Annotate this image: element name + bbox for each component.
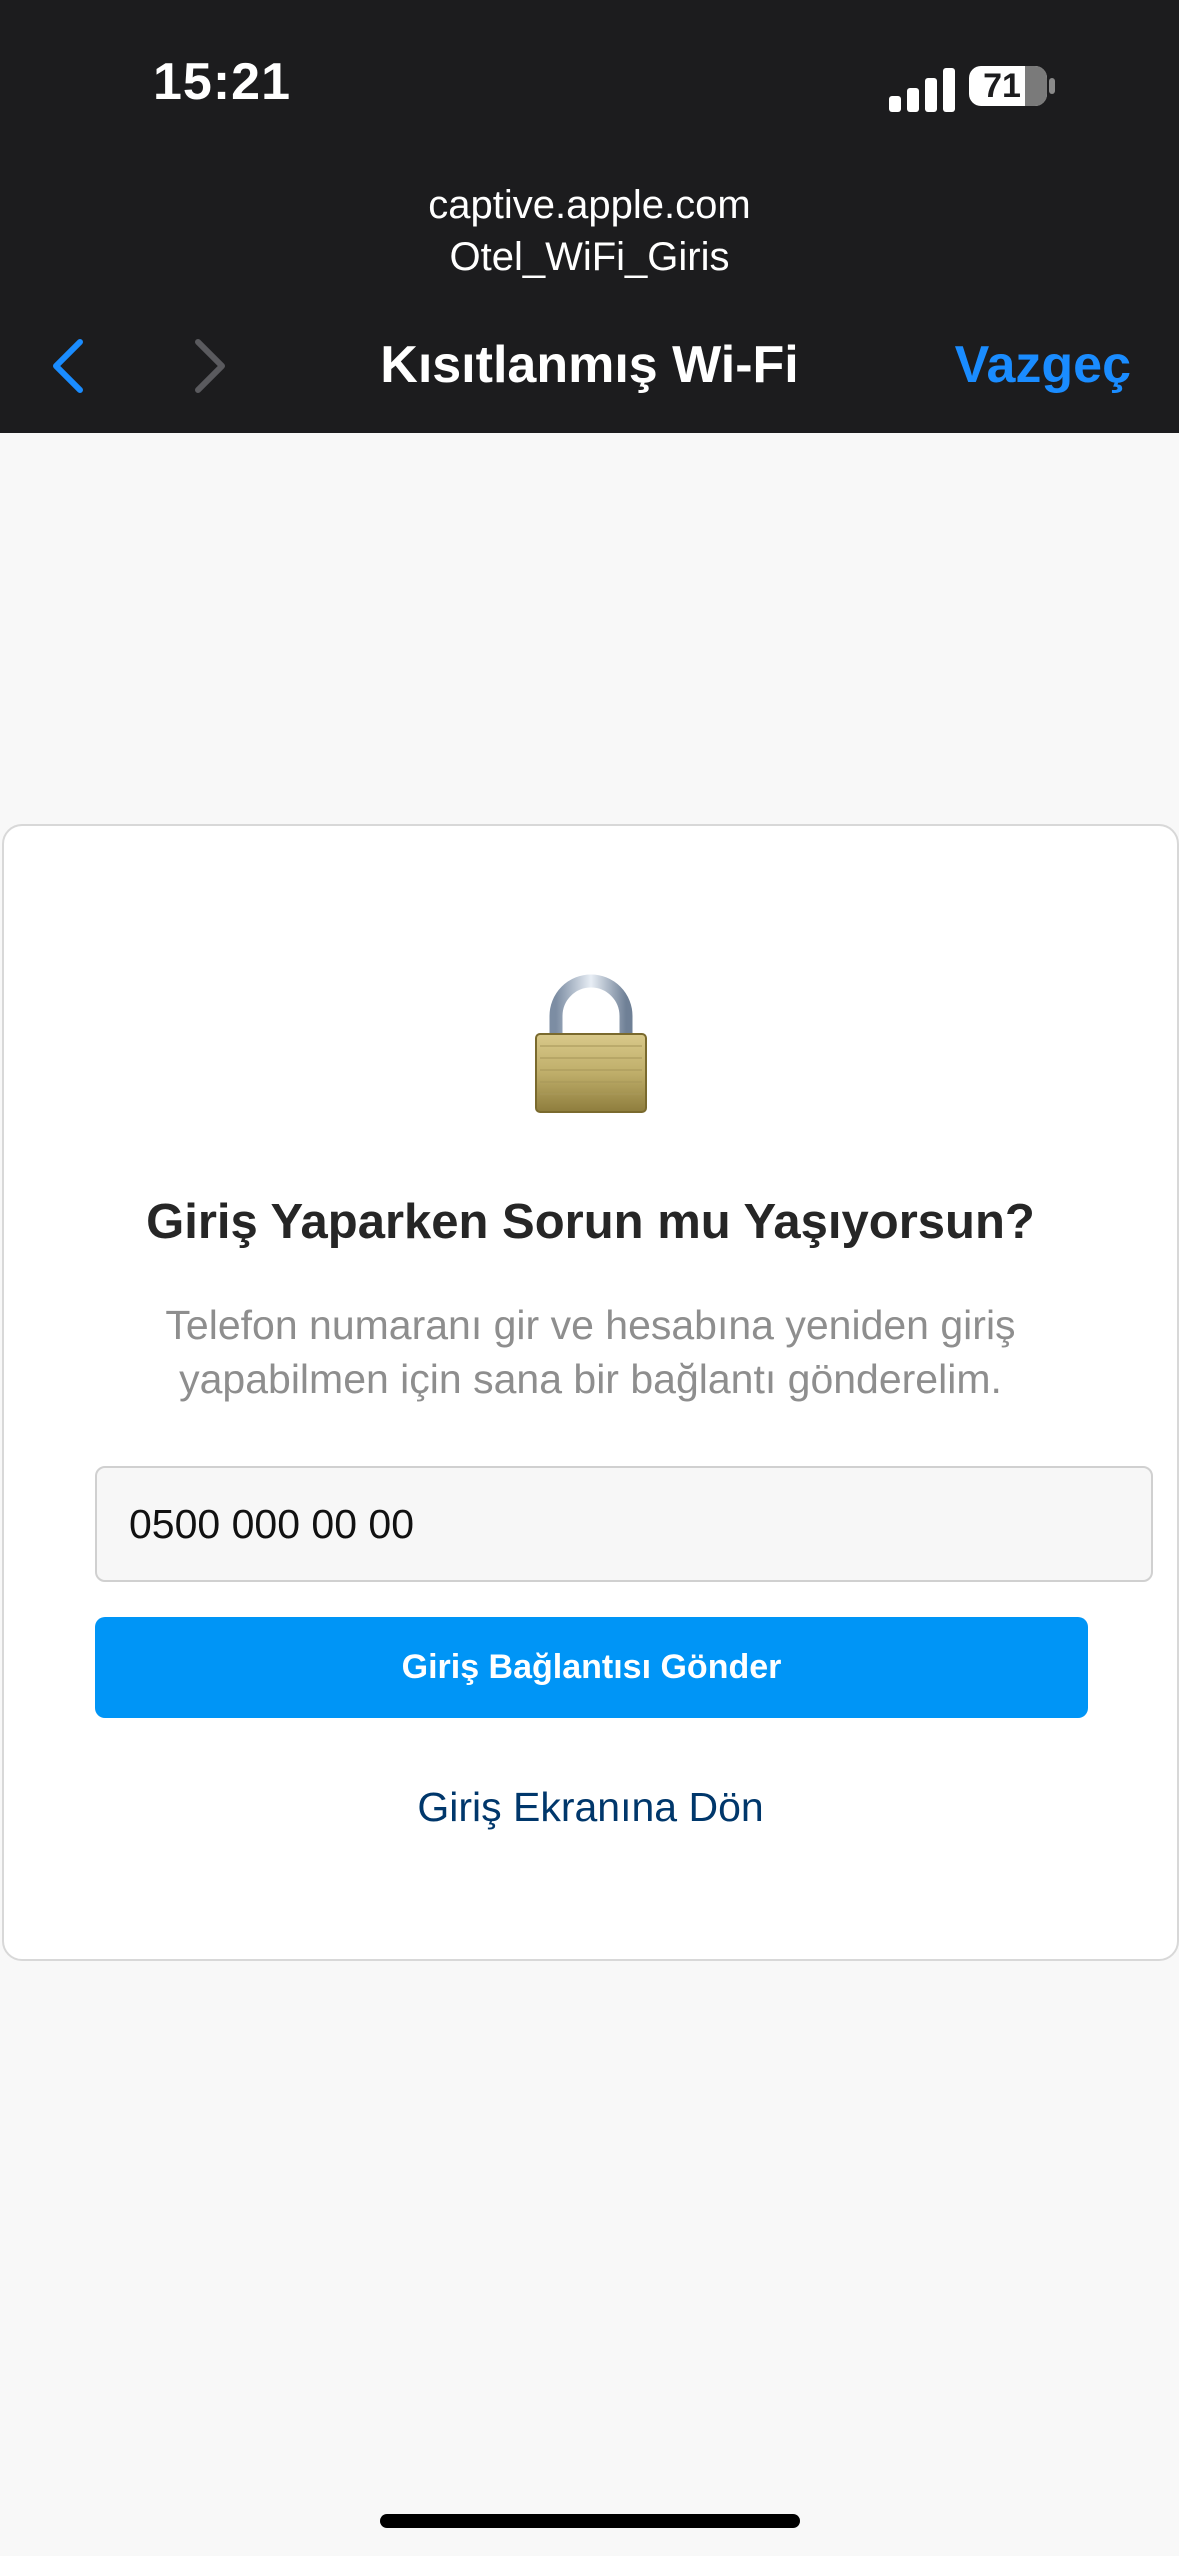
lock-icon	[535, 974, 647, 1113]
battery-icon: 71	[969, 66, 1047, 106]
card-title: Giriş Yaparken Sorun mu Yaşıyorsun?	[146, 1195, 1035, 1249]
cellular-signal-icon	[889, 68, 957, 112]
browser-header: 15:21 71 captive.apple.com Otel_WiFi_Gir…	[0, 0, 1179, 433]
home-indicator[interactable]	[380, 2514, 800, 2528]
cancel-button[interactable]: Vazgeç	[955, 335, 1131, 395]
status-time: 15:21	[153, 53, 291, 111]
battery-level: 71	[983, 66, 1021, 105]
captive-host: captive.apple.com	[428, 183, 751, 227]
network-name: Otel_WiFi_Giris	[449, 235, 730, 279]
login-help-card: Giriş Yaparken Sorun mu Yaşıyorsun? Tele…	[2, 824, 1179, 1961]
battery-nub	[1049, 78, 1055, 94]
back-to-login-link[interactable]: Giriş Ekranına Dön	[4, 1784, 1177, 1831]
phone-number-input[interactable]	[95, 1466, 1153, 1582]
send-login-link-button[interactable]: Giriş Bağlantısı Gönder	[95, 1617, 1088, 1718]
card-description: Telefon numaranı gir ve hesabına yeniden…	[165, 1302, 1016, 1402]
